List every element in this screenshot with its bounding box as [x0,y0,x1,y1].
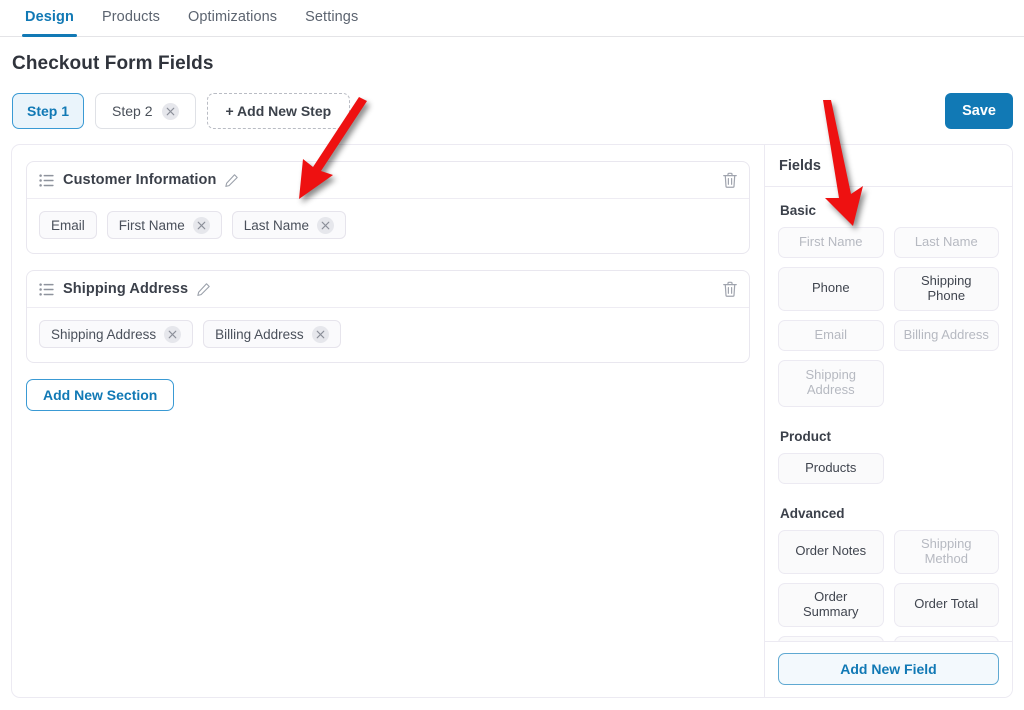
field-button-label: Shipping Phone [903,274,991,304]
form-canvas: Customer Information [12,145,764,697]
fields-panel-footer: Add New Field [765,641,1012,697]
field-button-label: Email [814,328,847,343]
field-chip-label: Last Name [244,218,309,233]
add-new-section-button[interactable]: Add New Section [26,379,174,411]
tab-optimizations[interactable]: Optimizations [174,0,291,36]
field-chip-first-name[interactable]: First Name [107,211,222,239]
step-tab-1[interactable]: Step 1 [12,93,84,129]
field-grid-advanced: Order Notes Shipping Method Order Summar… [778,530,999,641]
step-tab-2[interactable]: Step 2 [95,93,195,129]
group-label-product: Product [780,429,999,444]
section-header: Shipping Address [27,271,749,308]
remove-field-icon[interactable] [164,326,181,343]
field-chip-billing-address[interactable]: Billing Address [203,320,341,348]
remove-field-icon[interactable] [193,217,210,234]
pencil-icon[interactable] [196,282,211,297]
field-button-last-name: Last Name [894,227,1000,258]
group-label-basic: Basic [780,203,999,218]
group-label-advanced: Advanced [780,506,999,521]
field-button-label: Order Total [914,597,978,612]
tab-design[interactable]: Design [11,0,88,36]
field-chip-last-name[interactable]: Last Name [232,211,346,239]
trash-icon[interactable] [722,281,738,298]
field-grid-basic: First Name Last Name Phone Shipping Phon… [778,227,999,407]
field-button-first-name: First Name [778,227,884,258]
fields-panel-header: Fields [765,145,1012,187]
field-button-order-total[interactable]: Order Total [894,583,1000,627]
field-button-label: Order Notes [795,544,866,559]
fields-panel-body: Basic First Name Last Name Phone Shippin… [765,187,1012,641]
field-button-label: Shipping Address [787,368,875,398]
section-title: Customer Information [63,172,216,188]
field-button-shipping-method: Shipping Method [894,530,1000,574]
field-chip-shipping-address[interactable]: Shipping Address [39,320,193,348]
field-chip-label: First Name [119,218,185,233]
remove-step-2-icon[interactable] [162,103,179,120]
pencil-icon[interactable] [224,173,239,188]
field-button-shipping-phone[interactable]: Shipping Phone [894,267,1000,311]
field-button-label: Last Name [915,235,978,250]
field-button-label: Billing Address [904,328,989,343]
field-button-label: First Name [799,235,863,250]
section-header: Customer Information [27,162,749,199]
field-button-email: Email [778,320,884,351]
field-chip-label: Billing Address [215,327,304,342]
section-fields: Email First Name Last Name [27,199,749,253]
field-button-phone[interactable]: Phone [778,267,884,311]
step-tab-1-label: Step 1 [27,103,69,119]
section-card-shipping-address: Shipping Address [26,270,750,363]
page-title: Checkout Form Fields [12,53,214,75]
steps-toolbar: Step 1 Step 2 + Add New Step [12,93,350,129]
main-tabbar: Design Products Optimizations Settings [0,0,1024,37]
field-button-order-summary[interactable]: Order Summary [778,583,884,627]
field-button-products[interactable]: Products [778,453,884,484]
field-button-label: Shipping Method [903,537,991,567]
remove-field-icon[interactable] [317,217,334,234]
fields-panel: Fields Basic First Name Last Name Phone … [764,145,1012,697]
field-button-label: Products [805,461,856,476]
field-button-shipping-address: Shipping Address [778,360,884,407]
remove-field-icon[interactable] [312,326,329,343]
field-chip-label: Shipping Address [51,327,156,342]
section-title: Shipping Address [63,281,188,297]
field-grid-product: Products [778,453,999,484]
field-button-label: Phone [812,281,850,296]
save-button[interactable]: Save [945,93,1013,129]
checkout-form-fields-page: Design Products Optimizations Settings C… [0,0,1024,710]
add-new-step-button[interactable]: + Add New Step [207,93,351,129]
list-drag-icon[interactable] [39,283,54,296]
fields-panel-title: Fields [779,158,821,174]
form-builder-container: Customer Information [11,144,1013,698]
trash-icon[interactable] [722,172,738,189]
section-card-customer-information: Customer Information [26,161,750,254]
tab-settings[interactable]: Settings [291,0,372,36]
field-button-label: Order Summary [787,590,875,620]
add-new-field-button[interactable]: Add New Field [778,653,999,685]
section-fields: Shipping Address Billing Address [27,308,749,362]
field-chip-email[interactable]: Email [39,211,97,239]
field-button-billing-address: Billing Address [894,320,1000,351]
step-tab-2-label: Step 2 [112,103,152,119]
field-button-order-notes[interactable]: Order Notes [778,530,884,574]
list-drag-icon[interactable] [39,174,54,187]
tab-products[interactable]: Products [88,0,174,36]
field-chip-label: Email [51,218,85,233]
